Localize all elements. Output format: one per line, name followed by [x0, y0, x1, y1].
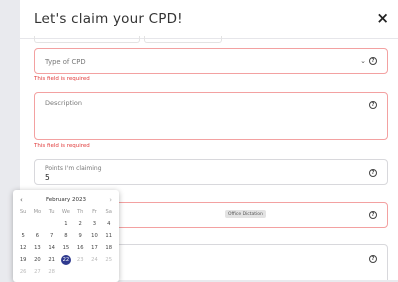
weekday-label: Th: [76, 209, 84, 215]
calendar-day-7[interactable]: 7: [45, 231, 59, 241]
calendar-day-17[interactable]: 17: [87, 243, 101, 253]
calendar-day-16[interactable]: 16: [73, 243, 87, 253]
calendar-day-26[interactable]: 26: [16, 267, 30, 277]
office-dictation-chip: Office Dictation: [225, 210, 266, 218]
calendar-day-15[interactable]: 15: [59, 243, 73, 253]
calendar-week-row: 1234: [16, 219, 116, 229]
calendar-month-label: February 2023: [45, 197, 87, 203]
calendar-empty-cell: [16, 219, 30, 229]
calendar-day-18[interactable]: 18: [102, 243, 116, 253]
close-icon[interactable]: ×: [376, 11, 389, 26]
weekday-label: Tu: [48, 209, 55, 215]
calendar-empty-cell: [73, 267, 87, 277]
calendar-empty-cell: [45, 219, 59, 229]
calendar-day-6[interactable]: 6: [30, 231, 44, 241]
date-picker-calendar: ‹ February 2023 › Su Mo Tu We Th Fr Sa 1…: [13, 190, 119, 282]
calendar-day-24[interactable]: 24: [87, 255, 101, 265]
calendar-week-row: 5 6 7 8 9 10 11: [16, 231, 116, 241]
help-icon[interactable]: ?: [369, 169, 377, 177]
calendar-week-row: 19 20 21 22 23 24 25: [16, 255, 116, 265]
calendar-week-row: 26 27 28: [16, 267, 116, 277]
points-label: Points I'm claiming: [45, 165, 102, 172]
calendar-day-8[interactable]: 8: [59, 231, 73, 241]
calendar-day-19[interactable]: 19: [16, 255, 30, 265]
weekday-label: Mo: [33, 209, 42, 215]
modal-title: Let's claim your CPD!: [34, 11, 183, 27]
calendar-empty-cell: [87, 267, 101, 277]
weekday-label: Su: [19, 209, 27, 215]
description-label: Description: [45, 99, 83, 107]
hidden-tab-left: [34, 36, 140, 43]
calendar-day-4[interactable]: 4: [102, 219, 116, 229]
calendar-day-1[interactable]: 1: [59, 219, 73, 229]
calendar-day-28[interactable]: 28: [45, 267, 59, 277]
calendar-day-25[interactable]: 25: [102, 255, 116, 265]
calendar-day-12[interactable]: 12: [16, 243, 30, 253]
calendar-day-5[interactable]: 5: [16, 231, 30, 241]
calendar-empty-cell: [102, 267, 116, 277]
calendar-week-row: 12 13 14 15 16 17 18: [16, 243, 116, 253]
type-of-cpd-select[interactable]: Type of CPD ⌄ ?: [34, 48, 388, 74]
calendar-weekday-row: Su Mo Tu We Th Fr Sa: [16, 207, 116, 217]
help-icon[interactable]: ?: [369, 101, 377, 109]
calendar-day-20[interactable]: 20: [30, 255, 44, 265]
calendar-day-11[interactable]: 11: [102, 231, 116, 241]
weekday-label: Fr: [92, 209, 97, 215]
calendar-day-9[interactable]: 9: [73, 231, 87, 241]
type-of-cpd-label: Type of CPD: [45, 58, 86, 66]
calendar-day-14[interactable]: 14: [45, 243, 59, 253]
calendar-day-21[interactable]: 21: [45, 255, 59, 265]
points-value: 5: [45, 173, 50, 182]
calendar-day-3[interactable]: 3: [87, 219, 101, 229]
calendar-day-10[interactable]: 10: [87, 231, 101, 241]
calendar-empty-cell: [30, 219, 44, 229]
calendar-day-23[interactable]: 23: [73, 255, 87, 265]
next-month-button[interactable]: ›: [109, 196, 112, 204]
chevron-down-icon[interactable]: ⌄: [360, 57, 366, 65]
calendar-day-22[interactable]: 22: [59, 255, 73, 265]
calendar-header: ‹ February 2023 ›: [13, 196, 119, 204]
calendar-empty-cell: [59, 267, 73, 277]
points-input[interactable]: Points I'm claiming 5 ?: [34, 159, 388, 185]
help-icon[interactable]: ?: [369, 57, 377, 65]
calendar-day-13[interactable]: 13: [30, 243, 44, 253]
help-icon[interactable]: ?: [369, 211, 377, 219]
calendar-day-27[interactable]: 27: [30, 267, 44, 277]
hidden-tab-right: [144, 36, 222, 43]
weekday-label: Sa: [105, 209, 112, 215]
type-of-cpd-error: This field is required: [34, 76, 90, 82]
description-error: This field is required: [34, 143, 90, 149]
modal-header: Let's claim your CPD! ×: [20, 0, 398, 39]
weekday-label: We: [61, 209, 70, 215]
help-icon[interactable]: ?: [369, 255, 377, 263]
description-textarea[interactable]: Description ?: [34, 92, 388, 140]
calendar-day-2[interactable]: 2: [73, 219, 87, 229]
